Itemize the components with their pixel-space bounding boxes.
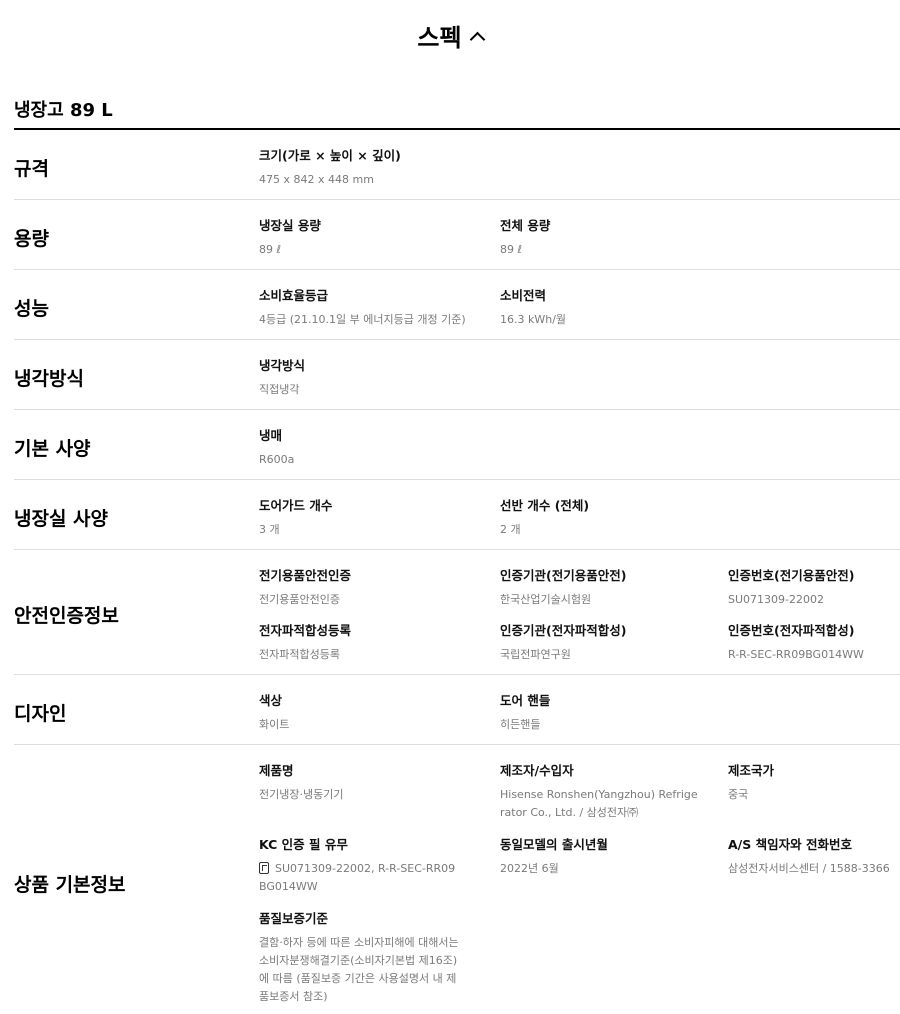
spec-label: 품질보증기준 xyxy=(259,911,329,926)
spec-label: 도어 핸들 xyxy=(500,693,551,708)
spec-item: 인증기관(전자파적합성) 국립전파연구원 xyxy=(500,620,626,664)
spec-item: 인증번호(전자파적합성) R-R-SEC-RR09BG014WW xyxy=(728,620,864,664)
spec-item: 제조국가 중국 xyxy=(728,760,774,804)
row-title: 냉장실 사양 xyxy=(14,508,109,530)
spec-label: 제조국가 xyxy=(728,763,775,778)
spec-label: 인증기관(전기용품안전) xyxy=(500,568,627,583)
spec-value: 89 ℓ xyxy=(259,243,282,256)
spec-value: 16.3 kWh/월 xyxy=(500,313,567,326)
spec-value: 결함·하자 등에 따른 소비자피해에 대해서는 소비자분쟁해결기준(소비자기본법… xyxy=(259,936,459,1003)
spec-item: KC 인증 필 유무 SU071309-22002, R-R-SEC-RR09B… xyxy=(259,834,459,896)
spec-item: 인증번호(전기용품안전) SU071309-22002 xyxy=(728,565,854,609)
spec-value: SU071309-22002 xyxy=(728,593,824,606)
spec-value: 전자파적합성등록 xyxy=(259,648,340,661)
spec-label: 동일모델의 출시년월 xyxy=(500,837,608,852)
spec-label: 전자파적합성등록 xyxy=(259,623,352,638)
spec-value: SU071309-22002, R-R-SEC-RR09BG014WW xyxy=(259,862,456,893)
row-title: 기본 사양 xyxy=(14,438,91,460)
spec-value: 중국 xyxy=(728,788,749,801)
spec-label: 냉장실 용량 xyxy=(259,218,321,233)
spec-value: 삼성전자서비스센터 / 1588-3366 xyxy=(728,862,890,875)
spec-row-info: 상품 기본정보 제품명 전기냉장·냉동기기 제조자/수입자 Hisense Ro… xyxy=(14,745,900,1014)
spec-value: 475 x 842 x 448 mm xyxy=(259,173,374,186)
spec-label: 도어가드 개수 xyxy=(259,498,333,513)
spec-item: 크기(가로 × 높이 × 깊이) 475 x 842 x 448 mm xyxy=(259,145,401,189)
row-title: 용량 xyxy=(14,228,49,250)
spec-item: A/S 책임자와 전화번호 삼성전자서비스센터 / 1588-3366 xyxy=(728,834,890,878)
spec-item: 소비전력 16.3 kWh/월 xyxy=(500,285,566,329)
spec-row-performance: 성능 소비효율등급 4등급 (21.10.1일 부 에너지등급 개정 기준) 소… xyxy=(14,270,900,340)
spec-toggle-button[interactable]: 스펙 xyxy=(417,18,485,53)
spec-item: 도어가드 개수 3 개 xyxy=(259,495,332,539)
spec-value: 89 ℓ xyxy=(500,243,523,256)
spec-label: 소비전력 xyxy=(500,288,547,303)
spec-label: 인증번호(전자파적합성) xyxy=(728,623,855,638)
spec-item: 전자파적합성등록 전자파적합성등록 xyxy=(259,620,351,664)
spec-label: 제품명 xyxy=(259,763,294,778)
row-title: 디자인 xyxy=(14,703,67,725)
row-title: 규격 xyxy=(14,158,49,180)
spec-label: 선반 개수 (전체) xyxy=(500,498,590,513)
spec-value: 4등급 (21.10.1일 부 에너지등급 개정 기준) xyxy=(259,313,466,326)
spec-item: 냉장실 용량 89 ℓ xyxy=(259,215,321,259)
spec-label: 크기(가로 × 높이 × 깊이) xyxy=(259,148,401,163)
spec-label: A/S 책임자와 전화번호 xyxy=(728,837,852,852)
spec-label: 인증기관(전자파적합성) xyxy=(500,623,627,638)
spec-item: 냉각방식 직접냉각 xyxy=(259,355,305,399)
spec-label: 전기용품안전인증 xyxy=(259,568,352,583)
spec-value: 전기냉장·냉동기기 xyxy=(259,788,344,801)
spec-row-fridge: 냉장실 사양 도어가드 개수 3 개 선반 개수 (전체) 2 개 xyxy=(14,480,900,550)
spec-label: 제조자/수입자 xyxy=(500,763,574,778)
spec-item: 색상 화이트 xyxy=(259,690,289,734)
spec-item: 도어 핸들 히든핸들 xyxy=(500,690,550,734)
row-title: 안전인증정보 xyxy=(14,605,119,627)
product-name: 냉장고 89 L xyxy=(14,100,113,121)
spec-value-kc: SU071309-22002, R-R-SEC-RR09BG014WW xyxy=(259,860,459,896)
spec-item: 선반 개수 (전체) 2 개 xyxy=(500,495,589,539)
spec-value: 히든핸들 xyxy=(500,718,541,731)
spec-label: 냉매 xyxy=(259,428,283,443)
spec-row-cooling: 냉각방식 냉각방식 직접냉각 xyxy=(14,340,900,410)
spec-row-size: 규격 크기(가로 × 높이 × 깊이) 475 x 842 x 448 mm xyxy=(14,130,900,200)
spec-value: R-R-SEC-RR09BG014WW xyxy=(728,648,864,661)
spec-value: 2022년 6월 xyxy=(500,862,559,875)
spec-item: 제품명 전기냉장·냉동기기 xyxy=(259,760,343,804)
spec-label: 색상 xyxy=(259,693,283,708)
spec-item: 제조자/수입자 Hisense Ronshen(Yangzhou) Refrig… xyxy=(500,760,700,822)
spec-title: 스펙 xyxy=(417,24,462,52)
spec-item: 동일모델의 출시년월 2022년 6월 xyxy=(500,834,608,878)
spec-row-safety: 안전인증정보 전기용품안전인증 전기용품안전인증 인증기관(전기용품안전) 한국… xyxy=(14,550,900,675)
spec-item: 인증기관(전기용품안전) 한국산업기술시험원 xyxy=(500,565,626,609)
spec-value: Hisense Ronshen(Yangzhou) Refrigerator C… xyxy=(500,788,698,819)
spec-item: 전기용품안전인증 전기용품안전인증 xyxy=(259,565,351,609)
spec-row-capacity: 용량 냉장실 용량 89 ℓ 전체 용량 89 ℓ xyxy=(14,200,900,270)
spec-value: 직접냉각 xyxy=(259,383,300,396)
spec-label: 인증번호(전기용품안전) xyxy=(728,568,855,583)
spec-item: 소비효율등급 4등급 (21.10.1일 부 에너지등급 개정 기준) xyxy=(259,285,466,329)
spec-label: 냉각방식 xyxy=(259,358,306,373)
chevron-up-icon xyxy=(469,31,485,47)
spec-value: 화이트 xyxy=(259,718,290,731)
row-title: 상품 기본정보 xyxy=(14,874,126,896)
row-title: 냉각방식 xyxy=(14,368,84,390)
spec-item: 전체 용량 89 ℓ xyxy=(500,215,550,259)
kc-certification-icon xyxy=(259,862,269,874)
row-title: 성능 xyxy=(14,298,49,320)
spec-row-design: 디자인 색상 화이트 도어 핸들 히든핸들 xyxy=(14,675,900,745)
spec-value: 2 개 xyxy=(500,523,521,536)
spec-value: R600a xyxy=(259,453,295,466)
spec-value: 3 개 xyxy=(259,523,280,536)
spec-label: 전체 용량 xyxy=(500,218,551,233)
spec-row-basic: 기본 사양 냉매 R600a xyxy=(14,410,900,480)
spec-value: 전기용품안전인증 xyxy=(259,593,340,606)
spec-value: 국립전파연구원 xyxy=(500,648,571,661)
spec-header: 스펙 xyxy=(0,18,900,53)
spec-label: KC 인증 필 유무 xyxy=(259,837,348,852)
spec-item: 품질보증기준 결함·하자 등에 따른 소비자피해에 대해서는 소비자분쟁해결기준… xyxy=(259,908,459,1006)
spec-label: 소비효율등급 xyxy=(259,288,329,303)
spec-value: 한국산업기술시험원 xyxy=(500,593,592,606)
spec-item: 냉매 R600a xyxy=(259,425,294,469)
